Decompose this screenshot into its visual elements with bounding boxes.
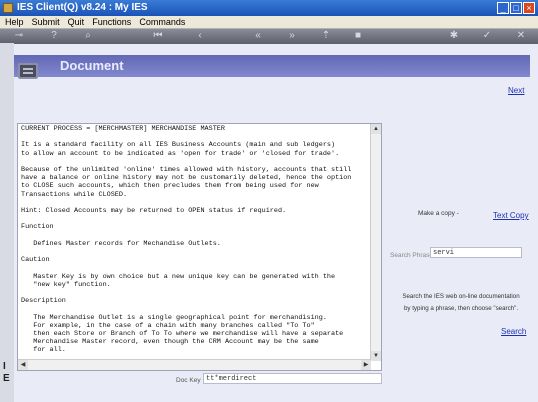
- scroll-right-arrow[interactable]: ▶: [361, 360, 371, 370]
- document-line: It is a standard facility on all IES Bus…: [21, 141, 336, 150]
- app-icon: [3, 3, 13, 13]
- window-title: IES Client(Q) v8.24 : My IES: [17, 2, 148, 13]
- document-line: Hint: Closed Accounts may be returned to…: [21, 207, 287, 216]
- left-letter-e: E: [3, 373, 10, 384]
- menu-functions[interactable]: Functions: [92, 16, 131, 28]
- page-title: Document: [60, 58, 124, 73]
- document-line: For example, in the case of a chain with…: [21, 321, 315, 330]
- menu-commands[interactable]: Commands: [139, 16, 185, 28]
- horizontal-scrollbar[interactable]: ◀ ▶: [18, 359, 371, 370]
- document-line: for all.: [21, 346, 66, 355]
- document-line: to CLOSE such accounts, which then precl…: [21, 182, 319, 191]
- document-line: Description: [21, 297, 66, 306]
- document-line: Master Key is by own choice but a new un…: [21, 272, 336, 281]
- cancel-icon[interactable]: ✕: [515, 30, 527, 42]
- doc-key-input[interactable]: tt*merdirect: [203, 373, 382, 384]
- scroll-left-arrow[interactable]: ◀: [18, 360, 28, 370]
- check-icon[interactable]: ✓: [481, 30, 493, 42]
- document-line: Transactions while CLOSED.: [21, 190, 128, 199]
- menu-bar: Help Submit Quit Functions Commands: [0, 16, 538, 28]
- menu-help[interactable]: Help: [5, 16, 24, 28]
- document-line: Defines Master records for Mechandise Ou…: [21, 239, 221, 248]
- rewind-icon[interactable]: «: [252, 30, 264, 42]
- vertical-scrollbar[interactable]: ▲ ▼: [370, 124, 381, 361]
- header-band: Document: [14, 55, 530, 77]
- document-line: then each Store or Branch of To To where…: [21, 330, 344, 339]
- title-bar: IES Client(Q) v8.24 : My IES _ □ ×: [0, 0, 538, 16]
- text-copy-link[interactable]: Text Copy: [493, 211, 529, 220]
- scroll-down-arrow[interactable]: ▼: [371, 351, 381, 361]
- document-line: Function: [21, 223, 54, 232]
- settings-icon[interactable]: ✱: [448, 30, 460, 42]
- document-icon: [18, 63, 38, 79]
- menu-quit[interactable]: Quit: [68, 16, 85, 28]
- next-link[interactable]: Next: [508, 86, 524, 95]
- upload-icon[interactable]: ⇡: [320, 30, 332, 42]
- doc-key-label: Doc Key: [176, 377, 201, 384]
- document-line: "new key" function.: [21, 280, 111, 289]
- key-icon[interactable]: ⊸: [10, 30, 28, 42]
- document-panel[interactable]: CURRENT PROCESS = [MERCHMASTER] MERCHAND…: [17, 123, 382, 371]
- search-help-line-1: Search the IES web on-line documentation: [402, 293, 520, 300]
- search-help-line-2: by typing a phrase, then choose "search"…: [403, 305, 519, 312]
- document-line: Merchandise Master record, even though t…: [21, 338, 319, 347]
- minimize-button[interactable]: _: [497, 2, 509, 14]
- document-line: CURRENT PROCESS = [MERCHMASTER] MERCHAND…: [21, 125, 225, 133]
- document-line: Caution: [21, 256, 50, 265]
- menu-submit[interactable]: Submit: [32, 16, 60, 28]
- back-icon[interactable]: ‹: [194, 30, 206, 42]
- left-strip: I E: [0, 43, 14, 402]
- scroll-up-arrow[interactable]: ▲: [371, 124, 381, 134]
- search-phrase-label: Search Phrase: [390, 252, 433, 259]
- search-link[interactable]: Search: [501, 327, 526, 336]
- left-letter-i: I: [3, 361, 6, 372]
- document-text: CURRENT PROCESS = [MERCHMASTER] MERCHAND…: [19, 125, 371, 369]
- copy-prompt: Make a copy -: [418, 210, 459, 217]
- search-icon[interactable]: ⌕: [82, 30, 94, 42]
- close-button[interactable]: ×: [523, 2, 535, 14]
- forward-icon[interactable]: »: [286, 30, 298, 42]
- document-line: Because of the unlimited 'online' times …: [21, 166, 352, 175]
- help-icon[interactable]: ?: [48, 30, 60, 42]
- document-line: to allow an account to be indicated as '…: [21, 149, 340, 158]
- search-input[interactable]: servi: [430, 247, 522, 258]
- first-icon[interactable]: ⏮: [152, 30, 164, 42]
- stop-icon[interactable]: ■: [352, 30, 364, 42]
- toolbar: ⊸ ? ⌕ ⏮ ‹ « » ⇡ ■ ✱ ✓ ✕: [0, 28, 538, 44]
- document-line: The Merchandise Outlet is a single geogr…: [21, 313, 327, 322]
- maximize-button[interactable]: □: [510, 2, 522, 14]
- document-line: have a balance or online history may not…: [21, 174, 352, 183]
